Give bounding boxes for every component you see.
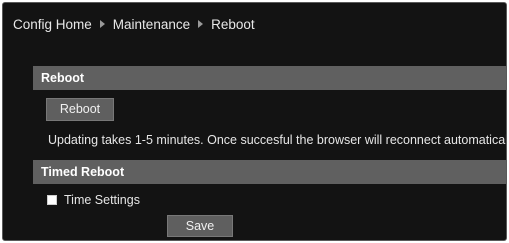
- breadcrumb-separator-icon: [99, 20, 105, 28]
- breadcrumb-reboot: Reboot: [211, 16, 255, 32]
- save-button[interactable]: Save: [167, 215, 233, 237]
- reboot-info-text: Updating takes 1-5 minutes. Once succesf…: [48, 133, 507, 147]
- time-settings-row: Time Settings: [47, 193, 140, 207]
- reboot-button[interactable]: Reboot: [46, 98, 114, 121]
- time-settings-checkbox[interactable]: [47, 195, 57, 205]
- breadcrumb: Config Home Maintenance Reboot: [13, 15, 255, 33]
- reboot-section-header: Reboot: [33, 66, 506, 90]
- breadcrumb-separator-icon: [198, 20, 204, 28]
- time-settings-label: Time Settings: [64, 193, 140, 207]
- breadcrumb-maintenance[interactable]: Maintenance: [113, 17, 190, 32]
- config-panel: Config Home Maintenance Reboot Reboot Re…: [2, 2, 507, 241]
- timed-reboot-section-header: Timed Reboot: [33, 160, 506, 184]
- breadcrumb-config-home[interactable]: Config Home: [13, 17, 92, 32]
